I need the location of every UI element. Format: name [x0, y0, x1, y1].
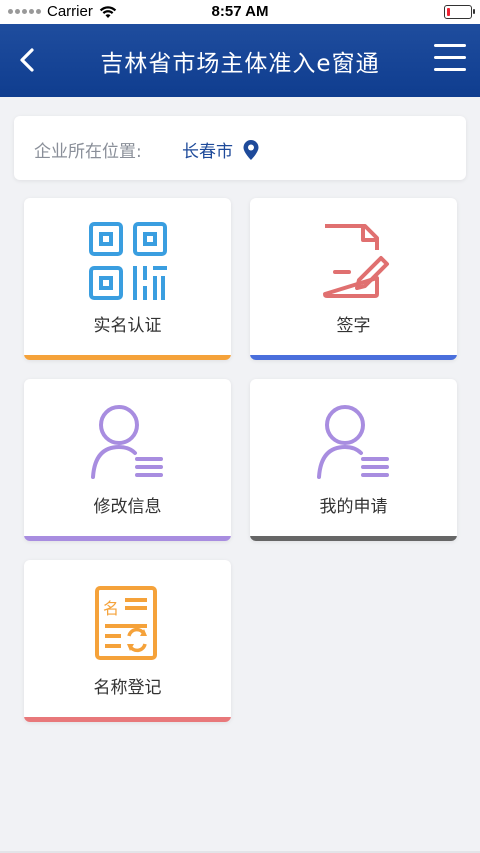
tile-sign[interactable]: 签字: [250, 198, 457, 360]
hamburger-icon: [434, 44, 466, 71]
chevron-left-icon: [20, 48, 34, 72]
menu-button[interactable]: [434, 44, 466, 74]
user-edit-icon: [90, 405, 163, 479]
battery-icon: [444, 5, 475, 19]
tile-modify-info[interactable]: 修改信息: [24, 379, 231, 541]
qr-code-icon: [88, 222, 167, 300]
tile-my-applications[interactable]: 我的申请: [250, 379, 457, 541]
location-label: 企业所在位置:: [34, 142, 142, 162]
user-list-icon: [316, 405, 389, 479]
tile-label: 实名认证: [93, 316, 162, 336]
tile-accent-bar: [250, 536, 457, 541]
location-selector[interactable]: 长春市: [182, 137, 259, 162]
tile-accent-bar: [250, 355, 457, 360]
tile-real-name-auth[interactable]: 实名认证: [24, 198, 231, 360]
sign-document-icon: [322, 224, 389, 298]
status-bar: Carrier 8:57 AM: [0, 0, 480, 24]
tile-label: 修改信息: [93, 497, 162, 517]
location-city: 长春市: [182, 142, 233, 162]
page-title: 吉林省市场主体准入e窗通: [100, 51, 380, 77]
tile-label: 签字: [336, 316, 371, 336]
tile-label: 我的申请: [319, 497, 388, 517]
nav-header: 吉林省市场主体准入e窗通: [0, 24, 480, 97]
name-register-icon: 名: [94, 586, 157, 660]
tile-accent-bar: [24, 355, 231, 360]
back-button[interactable]: [14, 42, 44, 78]
location-card: 企业所在位置: 长春市: [14, 116, 466, 180]
map-pin-icon: [243, 139, 259, 160]
clock: 8:57 AM: [211, 3, 269, 20]
tile-label: 名称登记: [93, 678, 162, 698]
tile-accent-bar: [24, 717, 231, 722]
tile-name-registration[interactable]: 名 名称登记: [24, 560, 231, 722]
svg-text:名: 名: [103, 599, 119, 618]
tile-accent-bar: [24, 536, 231, 541]
